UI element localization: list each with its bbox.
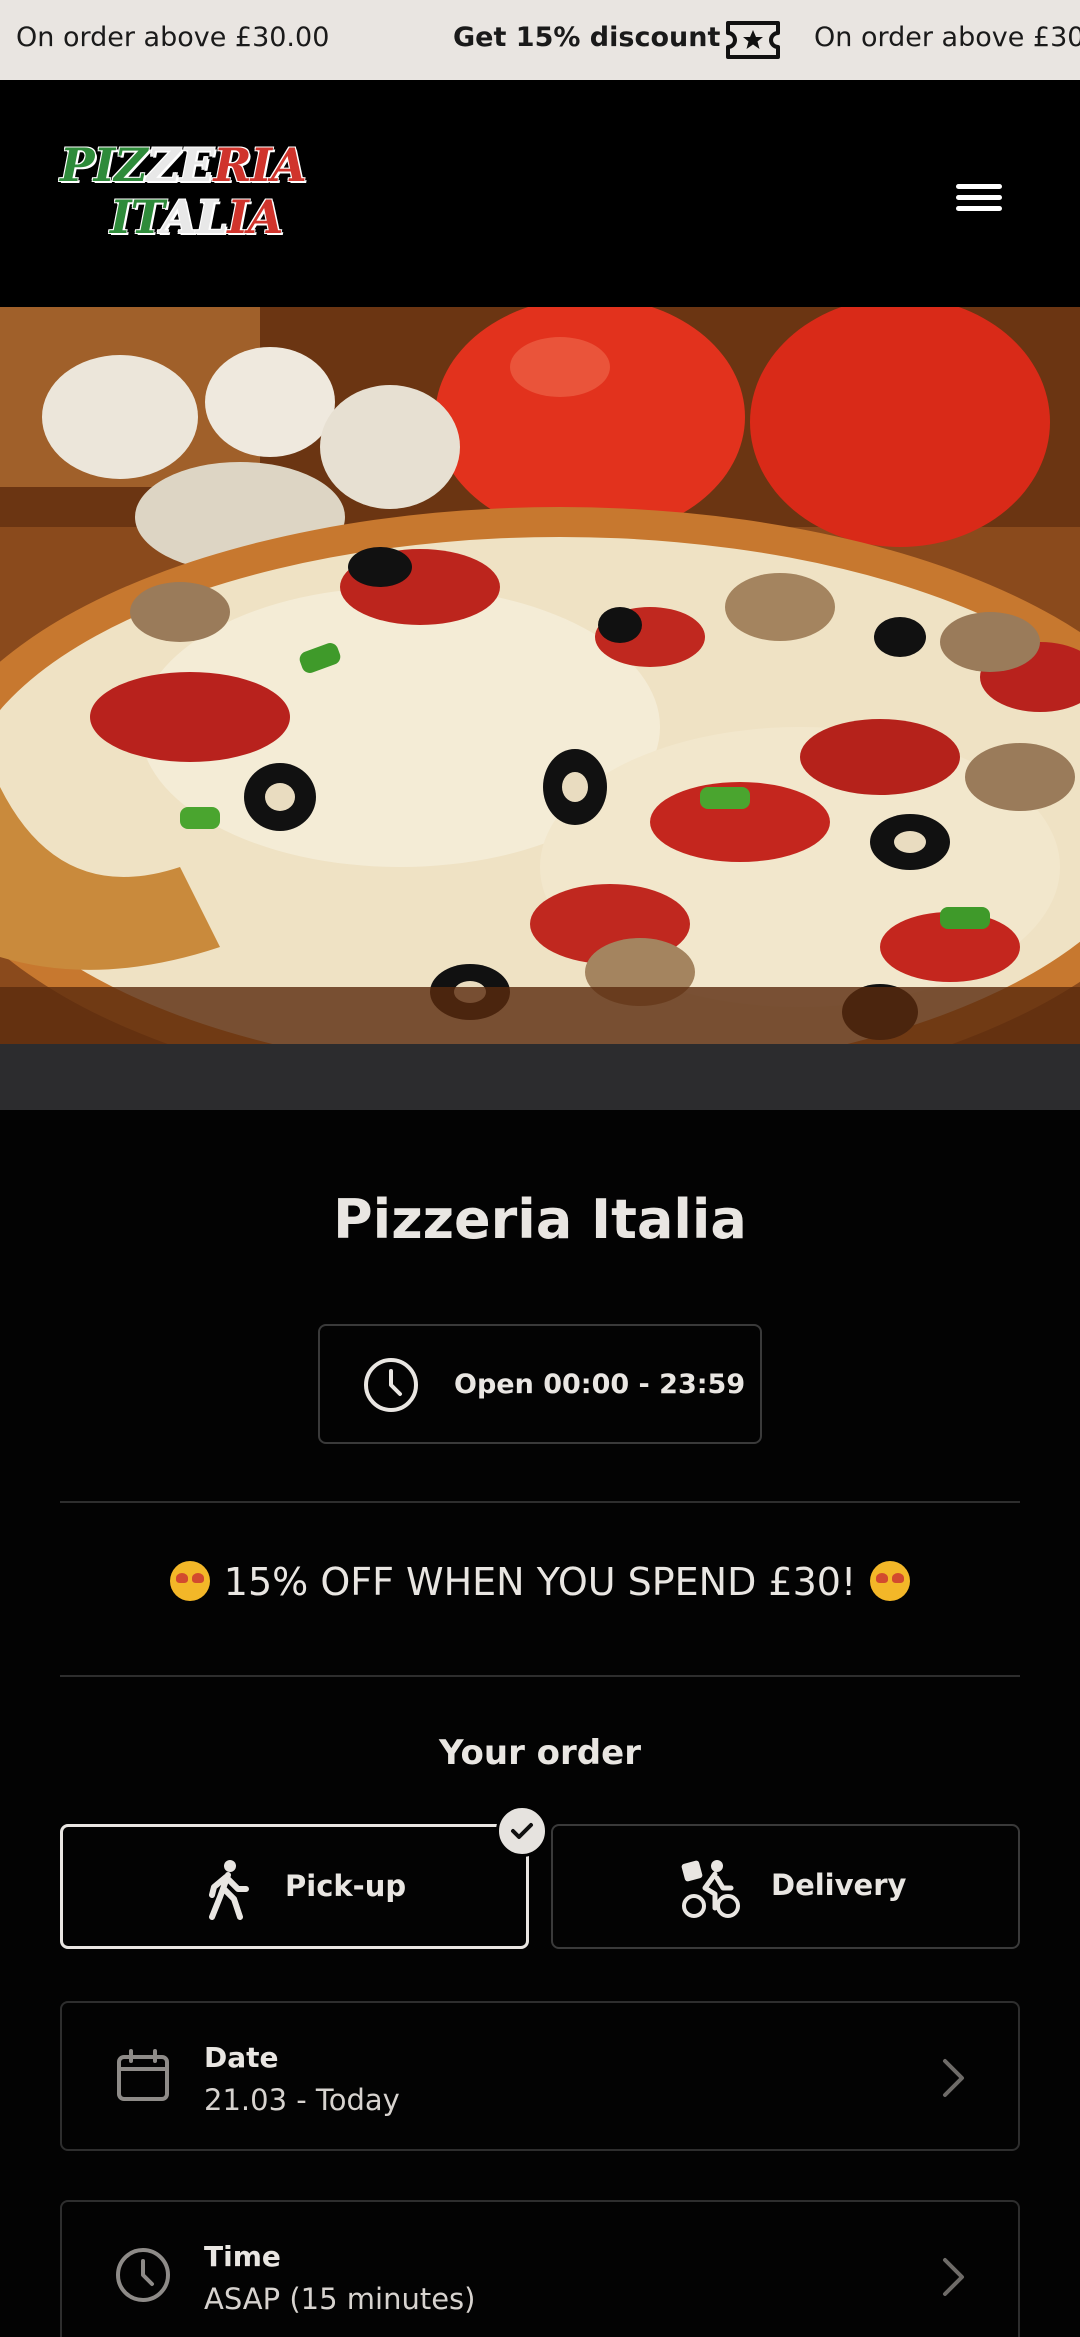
checkmark-icon <box>511 1823 533 1839</box>
date-label: Date <box>204 2041 279 2074</box>
walking-person-icon <box>209 1860 249 1920</box>
ticker-text: On order above £30.00 <box>814 22 1080 53</box>
selected-check-badge <box>496 1805 548 1857</box>
delivery-option-button[interactable]: Delivery <box>551 1824 1020 1949</box>
promo-text: 15% OFF WHEN YOU SPEND £30! <box>223 1560 857 1604</box>
restaurant-name: Pizzeria Italia <box>333 1188 747 1251</box>
star-struck-emoji-icon <box>169 1561 210 1601</box>
promo-ticker: On order above £30.00 Get 15% discount O… <box>0 0 1080 80</box>
delivery-label: Delivery <box>771 1868 907 1902</box>
ticker-discount-text: Get 15% discount <box>453 22 721 53</box>
date-selector[interactable]: Date 21.03 - Today <box>60 2001 1020 2151</box>
pizzeria-logo[interactable]: PIZZERIA ITALIA <box>58 138 307 248</box>
chevron-right-icon <box>943 2258 964 2296</box>
chevron-right-icon <box>943 2059 964 2097</box>
site-header: PIZZERIA ITALIA <box>0 80 1080 307</box>
pickup-option-button[interactable]: Pick-up <box>60 1824 529 1949</box>
divider <box>60 1675 1020 1677</box>
pickup-label: Pick-up <box>285 1869 407 1903</box>
calendar-icon <box>117 2049 169 2101</box>
divider <box>60 1501 1020 1503</box>
opening-hours-text: Open 00:00 - 23:59 <box>454 1369 746 1400</box>
hamburger-menu-icon[interactable] <box>950 176 1008 218</box>
hero-bottom-band <box>0 1044 1080 1110</box>
clock-icon <box>364 1358 418 1412</box>
bicycle-courier-icon <box>681 1860 740 1918</box>
time-value: ASAP (15 minutes) <box>204 2282 476 2316</box>
logo-line-2: ITALIA <box>110 190 284 244</box>
star-struck-emoji-icon <box>870 1561 911 1601</box>
ticker-text: On order above £30.00 <box>16 22 330 53</box>
promo-banner: 15% OFF WHEN YOU SPEND £30! <box>0 1560 1080 1604</box>
hero-pizza-image <box>0 307 1080 1044</box>
ticket-star-icon <box>726 21 780 59</box>
opening-hours-badge: Open 00:00 - 23:59 <box>318 1324 762 1444</box>
order-section-title: Your order <box>439 1733 641 1773</box>
logo-line-1: PIZZERIA <box>60 138 307 192</box>
time-label: Time <box>204 2240 281 2273</box>
clock-icon <box>116 2248 170 2302</box>
time-selector[interactable]: Time ASAP (15 minutes) <box>60 2200 1020 2337</box>
date-value: 21.03 - Today <box>204 2083 400 2117</box>
